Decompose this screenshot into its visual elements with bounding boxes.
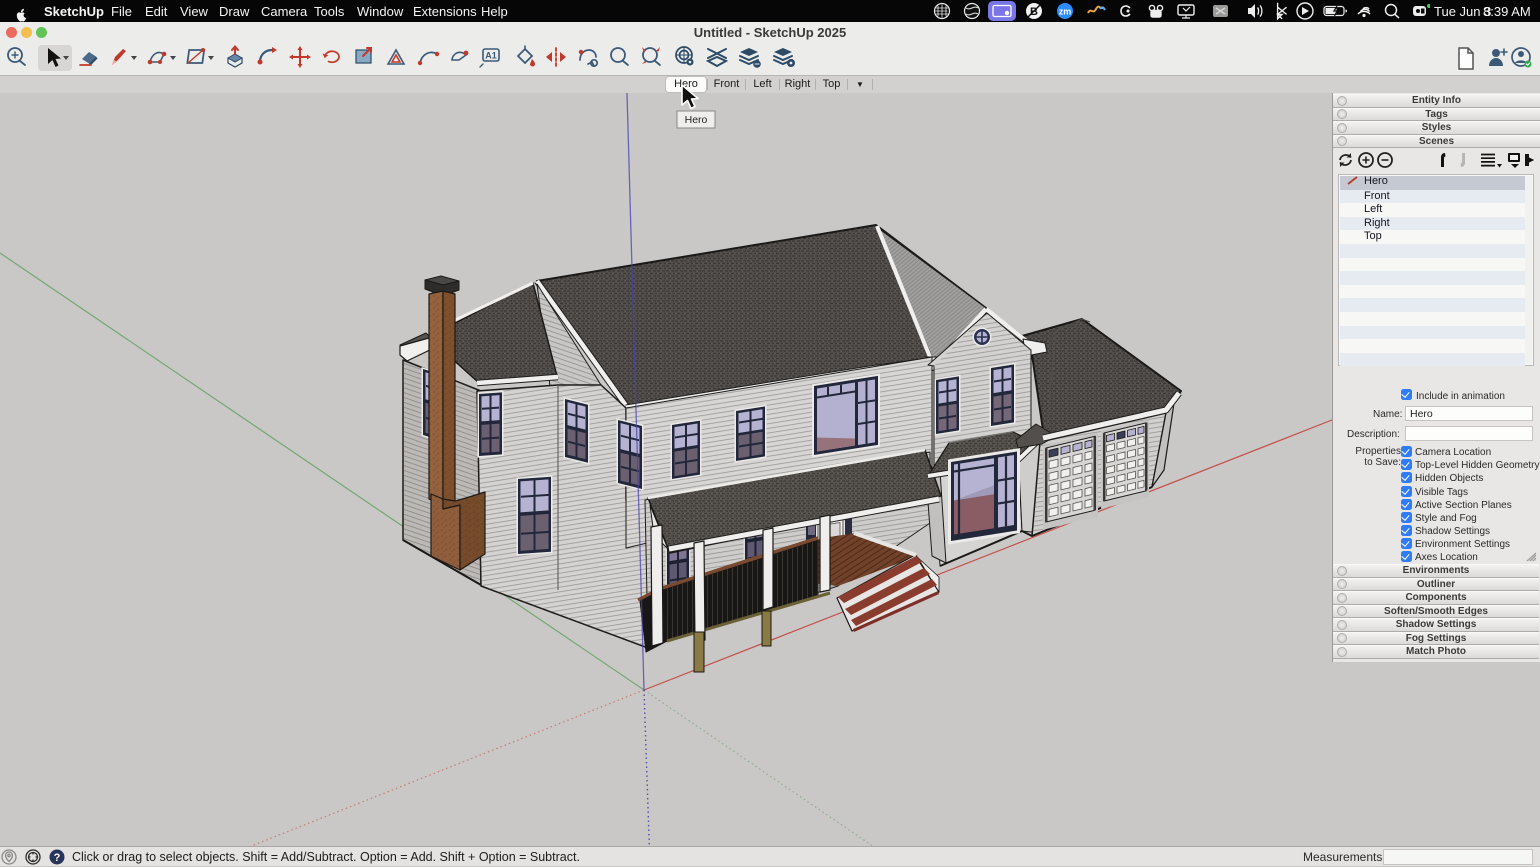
svg-text:zm: zm xyxy=(1059,7,1072,17)
svg-text:A1: A1 xyxy=(485,51,497,61)
svg-text:?: ? xyxy=(54,852,61,864)
svg-text:Hero: Hero xyxy=(685,114,708,126)
